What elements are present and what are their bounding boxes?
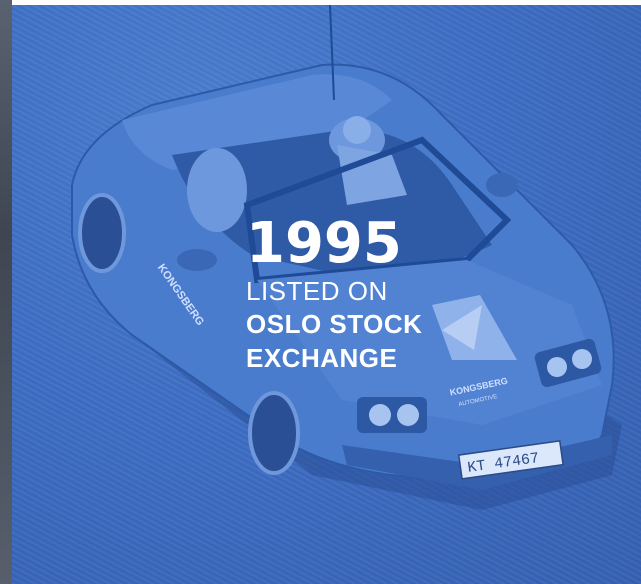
milestone-year: 1995 (246, 211, 402, 276)
side-mirror-left (177, 249, 217, 271)
milestone-card: KT 47467 KONGSBERG AUTOMOTIVE KONGSBERG … (0, 0, 641, 584)
wheel-front (248, 391, 300, 475)
milestone-caption: 1995 LISTED ON OSLO STOCK EXCHANGE (246, 213, 422, 375)
milestone-line-oslo-stock: OSLO STOCK (246, 309, 423, 339)
milestone-line-listed-on: LISTED ON (246, 276, 388, 306)
milestone-line-exchange: EXCHANGE (246, 343, 398, 373)
headlight-left-lamp-1 (369, 404, 391, 426)
car-seat-left (187, 148, 247, 232)
headlight-left-lamp-2 (397, 404, 419, 426)
driver-head (343, 116, 371, 144)
previous-slide-edge (0, 0, 12, 584)
headlight-right-lamp-1 (547, 357, 567, 377)
side-mirror (486, 173, 518, 197)
headlight-right-lamp-2 (572, 349, 592, 369)
wheel-rear (78, 193, 126, 273)
